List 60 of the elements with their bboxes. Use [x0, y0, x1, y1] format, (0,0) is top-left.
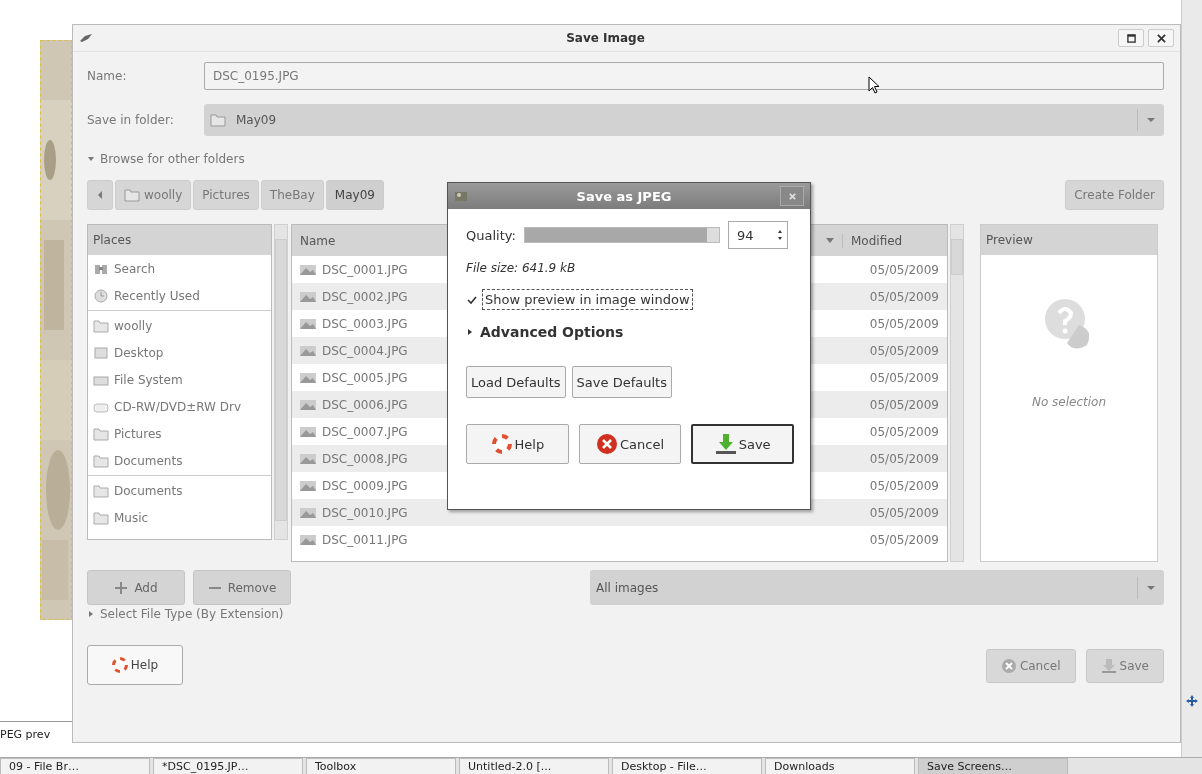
- place-item[interactable]: Pictures: [88, 420, 271, 447]
- place-item[interactable]: Desktop: [88, 339, 271, 366]
- taskbar-item[interactable]: Save Screens…: [918, 758, 1068, 774]
- place-item[interactable]: woolly: [88, 312, 271, 339]
- browse-expander[interactable]: Browse for other folders: [87, 152, 245, 166]
- column-header[interactable]: Places: [88, 225, 271, 255]
- advanced-expander[interactable]: Advanced Options: [466, 324, 624, 340]
- taskbar-item[interactable]: Downloads: [765, 758, 915, 774]
- file-size-text: File size: 641.9 kB: [466, 261, 577, 275]
- file-name[interactable]: DSC_0011.JPG: [322, 532, 833, 547]
- file-date: 05/05/2009: [868, 397, 939, 412]
- folder-dropdown[interactable]: May09: [204, 104, 1164, 136]
- quality-label: Quality:: [466, 227, 516, 243]
- file-name[interactable]: DSC_0010.JPG: [322, 505, 833, 520]
- field-label: Name:: [87, 69, 128, 83]
- quality-spinbox[interactable]: 94: [727, 221, 788, 249]
- path-button[interactable]: woolly: [115, 180, 192, 210]
- place-item[interactable]: CD-RW/DVD±RW Drv: [88, 393, 271, 420]
- place-item[interactable]: Search: [88, 255, 271, 282]
- place-item[interactable]: Documents: [88, 477, 271, 504]
- path-button[interactable]: TheBay: [260, 180, 324, 210]
- filter-dropdown[interactable]: All images: [590, 570, 1164, 605]
- taskbar-item[interactable]: Untitled-2.0 [...: [459, 758, 609, 774]
- place-item[interactable]: Music: [88, 504, 271, 531]
- taskbar-item[interactable]: 09 - File Br…: [0, 758, 150, 774]
- defaults-button[interactable]: Save Defaults: [571, 366, 672, 398]
- file-date: 05/05/2009: [868, 262, 939, 277]
- checkbox-label[interactable]: Show preview in image window: [482, 289, 693, 310]
- file-date: 05/05/2009: [868, 478, 939, 493]
- path-button[interactable]: Pictures: [193, 180, 259, 210]
- window-title: Save Image: [565, 31, 646, 45]
- file-date: 05/05/2009: [868, 451, 939, 466]
- taskbar-item[interactable]: Desktop - File…: [612, 758, 762, 774]
- file-date: 05/05/2009: [868, 532, 939, 547]
- dialog-button[interactable]: Cancel: [578, 424, 682, 464]
- dialog-button[interactable]: Help: [466, 424, 569, 464]
- defaults-button[interactable]: Load Defaults: [466, 366, 566, 398]
- file-date: 05/05/2009: [868, 424, 939, 439]
- create-folder-button[interactable]: Create Folder: [1065, 180, 1164, 210]
- place-item[interactable]: Documents: [88, 447, 271, 474]
- file-date: 05/05/2009: [868, 316, 939, 331]
- file-date: 05/05/2009: [868, 505, 939, 520]
- dialog-button[interactable]: Save: [691, 424, 794, 464]
- column-header[interactable]: Modified: [842, 233, 947, 248]
- file-type-expander[interactable]: Select File Type (By Extension): [87, 607, 284, 621]
- path-button[interactable]: May09: [325, 180, 384, 210]
- name-field[interactable]: DSC_0195.JPG: [204, 62, 1164, 90]
- field-label: Save in folder:: [87, 113, 175, 127]
- file-date: 05/05/2009: [868, 370, 939, 385]
- file-date: 05/05/2009: [868, 289, 939, 304]
- taskbar-item[interactable]: *DSC_0195.JP…: [153, 758, 303, 774]
- taskbar-item[interactable]: Toolbox: [306, 758, 456, 774]
- column-header: Preview: [981, 225, 1157, 255]
- file-date: 05/05/2009: [868, 343, 939, 358]
- place-item[interactable]: File System: [88, 366, 271, 393]
- window-title: Save as JPEG: [575, 188, 673, 204]
- place-item[interactable]: Recently Used: [88, 282, 271, 309]
- preview-status: No selection: [1031, 395, 1107, 409]
- panel-label: PEG prev: [0, 728, 52, 741]
- dialog-button[interactable]: Help: [87, 645, 183, 685]
